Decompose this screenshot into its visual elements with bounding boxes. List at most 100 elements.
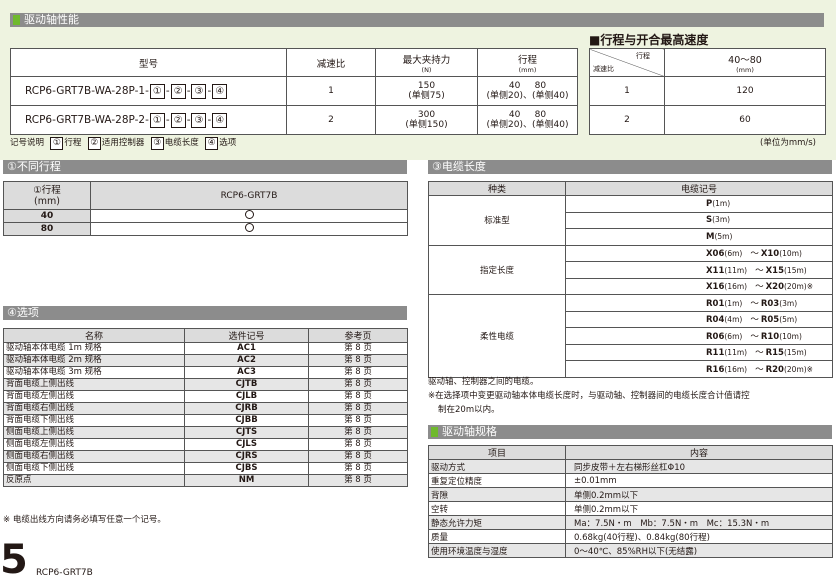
- stroke-value: 40: [3, 209, 91, 223]
- option-page: 第 8 页: [308, 426, 408, 439]
- spec-row: 重复定位精度 ±0.01mm: [428, 473, 833, 488]
- spec-item: 重复定位精度: [428, 473, 566, 488]
- spec-table: 项目 内容 驱动方式 同步皮带＋左右梯形丝杠Φ10 重复定位精度 ±0.01mm 背隙 单侧…: [428, 445, 833, 558]
- cable-row: 柔性电缆 R01(1m) 〜 R03(3m): [428, 294, 833, 378]
- option-row: 驱动轴本体电缆 2m 规格 AC2 第 8 页: [3, 354, 408, 367]
- option-row: 背面电缆右侧出线 CJRB 第 8 页: [3, 402, 408, 415]
- speed-title: ■行程与开合最高速度: [589, 33, 709, 47]
- speed-ratio: 1: [589, 76, 665, 106]
- option-row: 侧面电缆上侧出线 CJTS 第 8 页: [3, 426, 408, 439]
- stroke-table: ①行程 (mm) RCP6-GRT7B 40 80: [3, 181, 408, 236]
- options-table: 名称 选件记号 参考页 驱动轴本体电缆 1m 规格 AC1 第 8 页驱动轴本体电缆 2…: [3, 328, 408, 487]
- option-page: 第 8 页: [308, 342, 408, 355]
- option-page: 第 8 页: [308, 474, 408, 487]
- option-name: 侧面电缆上侧出线: [3, 426, 185, 439]
- spec-content: 单侧0.2mm以下: [565, 501, 833, 516]
- option-page: 第 8 页: [308, 414, 408, 427]
- option-code: NM: [184, 474, 309, 487]
- option-row: 背面电缆左侧出线 CJLB 第 8 页: [3, 390, 408, 403]
- option-code: CJLB: [184, 390, 309, 403]
- availability-mark: [90, 222, 408, 236]
- spec-row: 质量 0.68kg(40行程)、0.84kg(80行程): [428, 529, 833, 544]
- spec-content: ±0.01mm: [565, 473, 833, 488]
- col-content: 内容: [565, 445, 833, 460]
- ratio-cell: 2: [286, 105, 376, 135]
- speed-unit-note: (单位为mm/s): [760, 138, 816, 148]
- section-header-performance: 驱动轴性能: [10, 13, 824, 27]
- cable-code: R06(6m) 〜 R10(10m): [565, 327, 833, 345]
- speed-value: 60: [664, 105, 826, 135]
- option-page: 第 8 页: [308, 450, 408, 463]
- spec-content: Ma：7.5N・m Mb：7.5N・m Mc：15.3N・m: [565, 515, 833, 530]
- option-code: AC3: [184, 366, 309, 379]
- stroke-value: 80: [3, 222, 91, 236]
- option-name: 背面电缆左侧出线: [3, 390, 185, 403]
- option-code: CJLS: [184, 438, 309, 451]
- spec-row: 驱动方式 同步皮带＋左右梯形丝杠Φ10: [428, 459, 833, 474]
- col-model: 型号: [10, 48, 287, 77]
- force-cell: 300 (单侧150): [375, 105, 478, 135]
- spec-item: 背隙: [428, 487, 566, 502]
- page-number: 5: [0, 537, 28, 583]
- option-name: 驱动轴本体电缆 3m 规格: [3, 366, 185, 379]
- model-cell: RCP6-GRT7B-WA-28P-2- ① - ② - ③ - ④: [10, 105, 287, 135]
- option-row: 侧面电缆左侧出线 CJLS 第 8 页: [3, 438, 408, 451]
- option-page: 第 8 页: [308, 354, 408, 367]
- circle-mark-icon: [244, 223, 254, 232]
- cable-code: R01(1m) 〜 R03(3m): [565, 294, 833, 312]
- force-cell: 150 (单侧75): [375, 76, 478, 106]
- speed-ratio: 2: [589, 105, 665, 135]
- option-name: 背面电缆上侧出线: [3, 378, 185, 391]
- spec-content: 0〜40℃、85%RH以下(无结露): [565, 543, 833, 558]
- option-page: 第 8 页: [308, 390, 408, 403]
- spec-item: 空转: [428, 501, 566, 516]
- stroke-col: ①行程 (mm): [3, 181, 91, 210]
- option-name: 侧面电缆右侧出线: [3, 450, 185, 463]
- cable-note-3: 制在20m以内。: [438, 405, 500, 415]
- col-force: 最大夹持力 (N): [375, 48, 478, 77]
- page-model: RCP6-GRT7B: [36, 568, 93, 578]
- spec-item: 静态允许力矩: [428, 515, 566, 530]
- option-name: 驱动轴本体电缆 2m 规格: [3, 354, 185, 367]
- section-title: 驱动轴规格: [442, 425, 497, 438]
- cable-code: P(1m): [565, 195, 833, 213]
- cable-note-1: 驱动轴、控制器之间的电缆。: [428, 377, 539, 387]
- stroke-cell: 40 80 (单侧20)、(单侧40): [477, 105, 578, 135]
- option-name: 背面电缆下侧出线: [3, 414, 185, 427]
- spec-item: 质量: [428, 529, 566, 544]
- option-name: 侧面电缆左侧出线: [3, 438, 185, 451]
- col-code: 选件记号: [184, 328, 309, 343]
- speed-col: 40〜80 (mm): [664, 48, 826, 77]
- speed-table: 行程 减速比 40〜80 (mm) 1 120 2 60: [589, 48, 826, 135]
- option-page: 第 8 页: [308, 378, 408, 391]
- col-type: 种类: [428, 181, 566, 196]
- cable-code: X16(16m) 〜 X20(20m)※: [565, 277, 833, 295]
- option-row: 驱动轴本体电缆 1m 规格 AC1 第 8 页: [3, 342, 408, 355]
- spec-row: 使用环境温度与湿度 0〜40℃、85%RH以下(无结露): [428, 543, 833, 558]
- stroke-cell: 40 80 (单侧20)、(单侧40): [477, 76, 578, 106]
- option-code: AC2: [184, 354, 309, 367]
- col-item: 项目: [428, 445, 566, 460]
- availability-mark: [90, 209, 408, 223]
- cable-type: 标准型: [428, 195, 566, 246]
- spec-content: 同步皮带＋左右梯形丝杠Φ10: [565, 459, 833, 474]
- option-page: 第 8 页: [308, 438, 408, 451]
- cable-code: X11(11m) 〜 X15(15m): [565, 261, 833, 279]
- model-col: RCP6-GRT7B: [90, 181, 408, 210]
- ratio-cell: 1: [286, 76, 376, 106]
- spec-content: 0.68kg(40行程)、0.84kg(80行程): [565, 529, 833, 544]
- option-row: 侧面电缆右侧出线 CJRS 第 8 页: [3, 450, 408, 463]
- cable-type: 柔性电缆: [428, 294, 566, 378]
- option-code: CJRB: [184, 402, 309, 415]
- option-row: 反原点 NM 第 8 页: [3, 474, 408, 487]
- section-header-spec: 驱动轴规格: [428, 425, 832, 439]
- cable-code: X06(6m) 〜 X10(10m): [565, 244, 833, 262]
- col-name: 名称: [3, 328, 185, 343]
- speed-corner: 行程 减速比: [589, 48, 665, 77]
- circle-mark-icon: [244, 210, 254, 219]
- option-code: CJTB: [184, 378, 309, 391]
- perf-row: RCP6-GRT7B-WA-28P-1- ① - ② - ③ - ④ 1 150 (单侧75) …: [10, 76, 578, 106]
- section-header-options: ④选项: [3, 306, 407, 320]
- cable-note-2: ※在选择项中变更驱动轴本体电缆长度时，与驱动轴、控制器间的电缆长度合计值请控: [428, 391, 750, 401]
- perf-row: RCP6-GRT7B-WA-28P-2- ① - ② - ③ - ④ 2 300 (单侧150)…: [10, 105, 578, 135]
